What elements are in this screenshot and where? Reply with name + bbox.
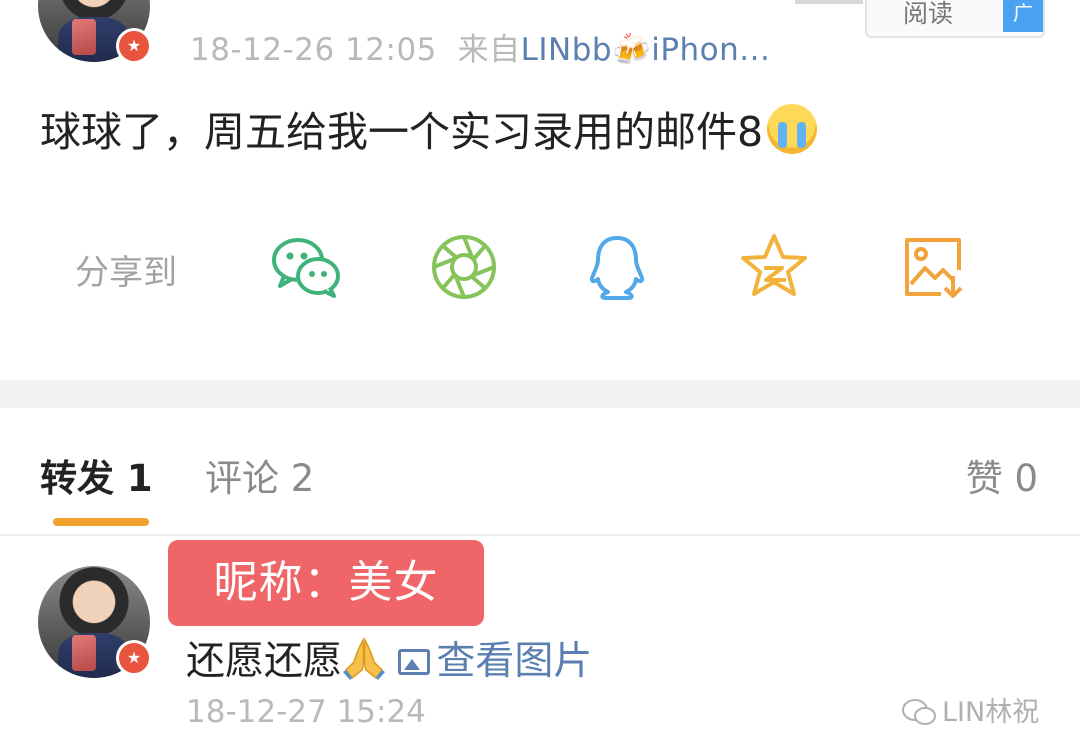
wechat-watermark-icon — [902, 699, 936, 725]
nickname-overlay: 昵称：美女 — [168, 540, 484, 626]
tab-comment[interactable]: 评论 2 — [205, 448, 314, 502]
wechat-icon[interactable] — [270, 230, 344, 304]
avatar-phone — [71, 19, 97, 56]
avatar-phone — [71, 635, 97, 672]
qq-icon[interactable] — [580, 230, 654, 304]
view-image-link[interactable]: 查看图片 — [398, 639, 592, 684]
repost-text: 还愿还愿 — [186, 639, 343, 684]
post-timestamp: 18-12-26 12:05 — [190, 32, 437, 68]
qzone-icon[interactable] — [737, 230, 811, 304]
ad-tag: 广 — [1003, 0, 1043, 32]
save-image-icon[interactable] — [897, 230, 971, 304]
moments-icon[interactable] — [427, 230, 501, 304]
beer-icon: 🍻 — [612, 32, 652, 68]
watermark-text: LIN林祝 — [942, 697, 1040, 728]
post-source-suffix[interactable]: iPhon... — [651, 32, 770, 68]
section-separator — [0, 380, 1080, 408]
verified-badge-icon: ★ — [116, 640, 152, 676]
active-tab-indicator — [53, 518, 149, 526]
share-label: 分享到 — [75, 253, 177, 293]
view-image-label: 查看图片 — [436, 639, 593, 684]
post-source-prefix: 来自 — [457, 32, 521, 68]
praying-hands-icon — [343, 637, 386, 680]
read-count-button[interactable]: 阅读 广 — [865, 0, 1045, 38]
repost-timestamp: 18-12-27 15:24 — [186, 694, 426, 730]
post-text: 球球了，周五给我一个实习录用的邮件8 — [40, 108, 764, 156]
repost-body: 还愿还愿 查看图片 — [186, 630, 592, 686]
crying-emoji-icon — [767, 104, 818, 154]
read-label: 阅读 — [903, 0, 954, 28]
post-meta: 18-12-26 12:05 来自LINbb🍻iPhon... — [190, 24, 770, 69]
post-source-name[interactable]: LINbb — [521, 32, 612, 68]
post-body: 球球了，周五给我一个实习录用的邮件8 — [40, 98, 818, 158]
tab-divider — [0, 534, 1080, 536]
verified-badge-icon: ★ — [116, 28, 152, 64]
tab-repost[interactable]: 转发 1 — [40, 448, 153, 502]
picture-icon — [398, 649, 431, 675]
top-edge-strip — [795, 0, 863, 4]
watermark: LIN林祝 — [900, 690, 1039, 729]
tab-like[interactable]: 赞 0 — [966, 448, 1038, 502]
